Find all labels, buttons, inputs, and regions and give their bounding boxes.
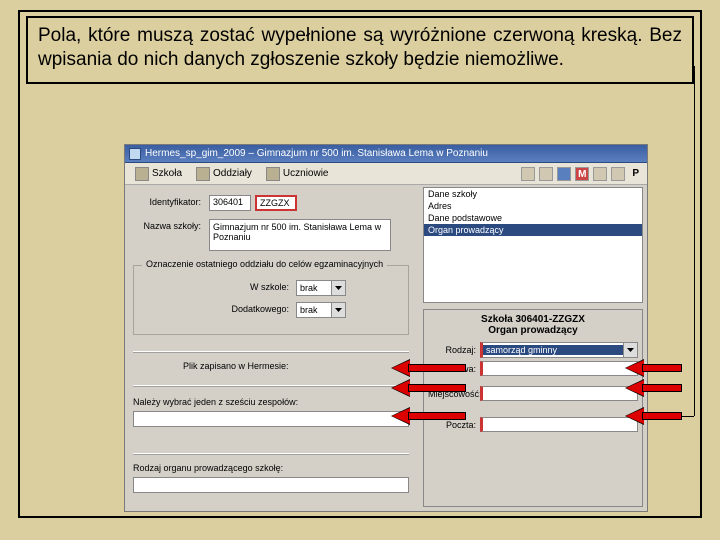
right-pane: Dane szkoły Adres Dane podstawowe Organ …	[421, 185, 647, 511]
fieldset-legend: Oznaczenie ostatniego oddziału do celów …	[142, 259, 387, 269]
titlebar: Hermes_sp_gim_2009 – Gimnazjum nr 500 im…	[125, 145, 647, 163]
app-icon	[129, 148, 141, 160]
slide-frame: Pola, które muszą zostać wypełnione są w…	[18, 10, 702, 518]
connector-line	[694, 66, 695, 416]
list-item[interactable]: Dane szkoły	[424, 188, 642, 200]
required-arrow-5	[626, 380, 682, 396]
chevron-down-icon	[623, 343, 637, 357]
organ-heading1: Szkoła 306401-ZZGZX	[428, 314, 638, 325]
school-icon	[135, 167, 149, 181]
school-name-input[interactable]: Gimnazjum nr 500 im. Stanisława Lema w P…	[209, 219, 391, 251]
required-arrow-1	[392, 360, 466, 376]
divider-2	[133, 385, 409, 387]
toolbar-icon-3[interactable]	[557, 167, 571, 181]
id-part1-input[interactable]: 306401	[209, 195, 251, 211]
window-title: Hermes_sp_gim_2009 – Gimnazjum nr 500 im…	[145, 148, 488, 159]
wszkole-value: brak	[297, 283, 331, 293]
organ-heading2: Organ prowadzący	[428, 325, 638, 336]
toolbar-icon-5[interactable]	[593, 167, 607, 181]
rodzaj-label: Rodzaj:	[428, 345, 480, 355]
instruction-text: Pola, które muszą zostać wypełnione są w…	[38, 25, 682, 70]
required-arrow-6	[626, 408, 682, 424]
id-label: Identyfikator:	[125, 197, 201, 207]
rodzaj-organu-input[interactable]	[133, 477, 409, 493]
wszkole-dropdown[interactable]: brak	[296, 280, 346, 296]
name-label: Nazwa szkoły:	[125, 221, 201, 231]
toolbar-icon-6[interactable]	[611, 167, 625, 181]
rodzaj-dropdown[interactable]: samorząd gminny	[480, 342, 638, 358]
zespol-input[interactable]	[133, 411, 409, 427]
chevron-down-icon	[331, 303, 345, 317]
list-item[interactable]: Adres	[424, 200, 642, 212]
dodatkowego-value: brak	[297, 305, 331, 315]
toolbar-uczniowie-label: Uczniowie	[283, 168, 329, 179]
toolbar-icon-1[interactable]	[521, 167, 535, 181]
exam-fieldset: Oznaczenie ostatniego oddziału do celów …	[133, 265, 409, 335]
left-pane: Identyfikator: 306401 ZZGZX Nazwa szkoły…	[125, 185, 421, 511]
rodzaj-value: samorząd gminny	[483, 345, 623, 355]
id-part2-input[interactable]: ZZGZX	[255, 195, 297, 211]
instruction-box: Pola, które muszą zostać wypełnione są w…	[26, 16, 694, 84]
wszkole-label: W szkole:	[134, 282, 289, 292]
chevron-down-icon	[331, 281, 345, 295]
plik-label: Plik zapisano w Hermesie:	[183, 361, 403, 371]
toolbar: Szkoła Oddziały Uczniowie M P	[125, 163, 647, 185]
dodatkowego-dropdown[interactable]: brak	[296, 302, 346, 318]
toolbar-oddzialy[interactable]: Oddziały	[190, 165, 258, 183]
toolbar-icon-m[interactable]: M	[575, 167, 589, 181]
toolbar-szkola[interactable]: Szkoła	[129, 165, 188, 183]
miejscowosc-input[interactable]	[480, 386, 638, 401]
divider-1	[133, 351, 409, 353]
divider-3	[133, 453, 409, 455]
toolbar-p-label: P	[632, 168, 639, 179]
main-area: Identyfikator: 306401 ZZGZX Nazwa szkoły…	[125, 185, 647, 511]
classes-icon	[196, 167, 210, 181]
toolbar-szkola-label: Szkoła	[152, 168, 182, 179]
section-listbox[interactable]: Dane szkoły Adres Dane podstawowe Organ …	[423, 187, 643, 303]
dodatkowego-label: Dodatkowego:	[134, 304, 289, 314]
poczta-input[interactable]	[480, 417, 638, 432]
nazwa-input[interactable]	[480, 361, 638, 376]
list-item[interactable]: Dane podstawowe	[424, 212, 642, 224]
toolbar-oddzialy-label: Oddziały	[213, 168, 252, 179]
students-icon	[266, 167, 280, 181]
list-item-selected[interactable]: Organ prowadzący	[424, 224, 642, 236]
required-arrow-3	[392, 408, 466, 424]
toolbar-icon-2[interactable]	[539, 167, 553, 181]
toolbar-uczniowie[interactable]: Uczniowie	[260, 165, 335, 183]
wybrac-note: Należy wybrać jeden z sześciu zespołów:	[133, 397, 409, 407]
required-arrow-2	[392, 380, 466, 396]
rodzaj-organu-label: Rodzaj organu prowadzącego szkołę:	[133, 463, 409, 473]
app-window: Hermes_sp_gim_2009 – Gimnazjum nr 500 im…	[124, 144, 648, 512]
required-arrow-4	[626, 360, 682, 376]
